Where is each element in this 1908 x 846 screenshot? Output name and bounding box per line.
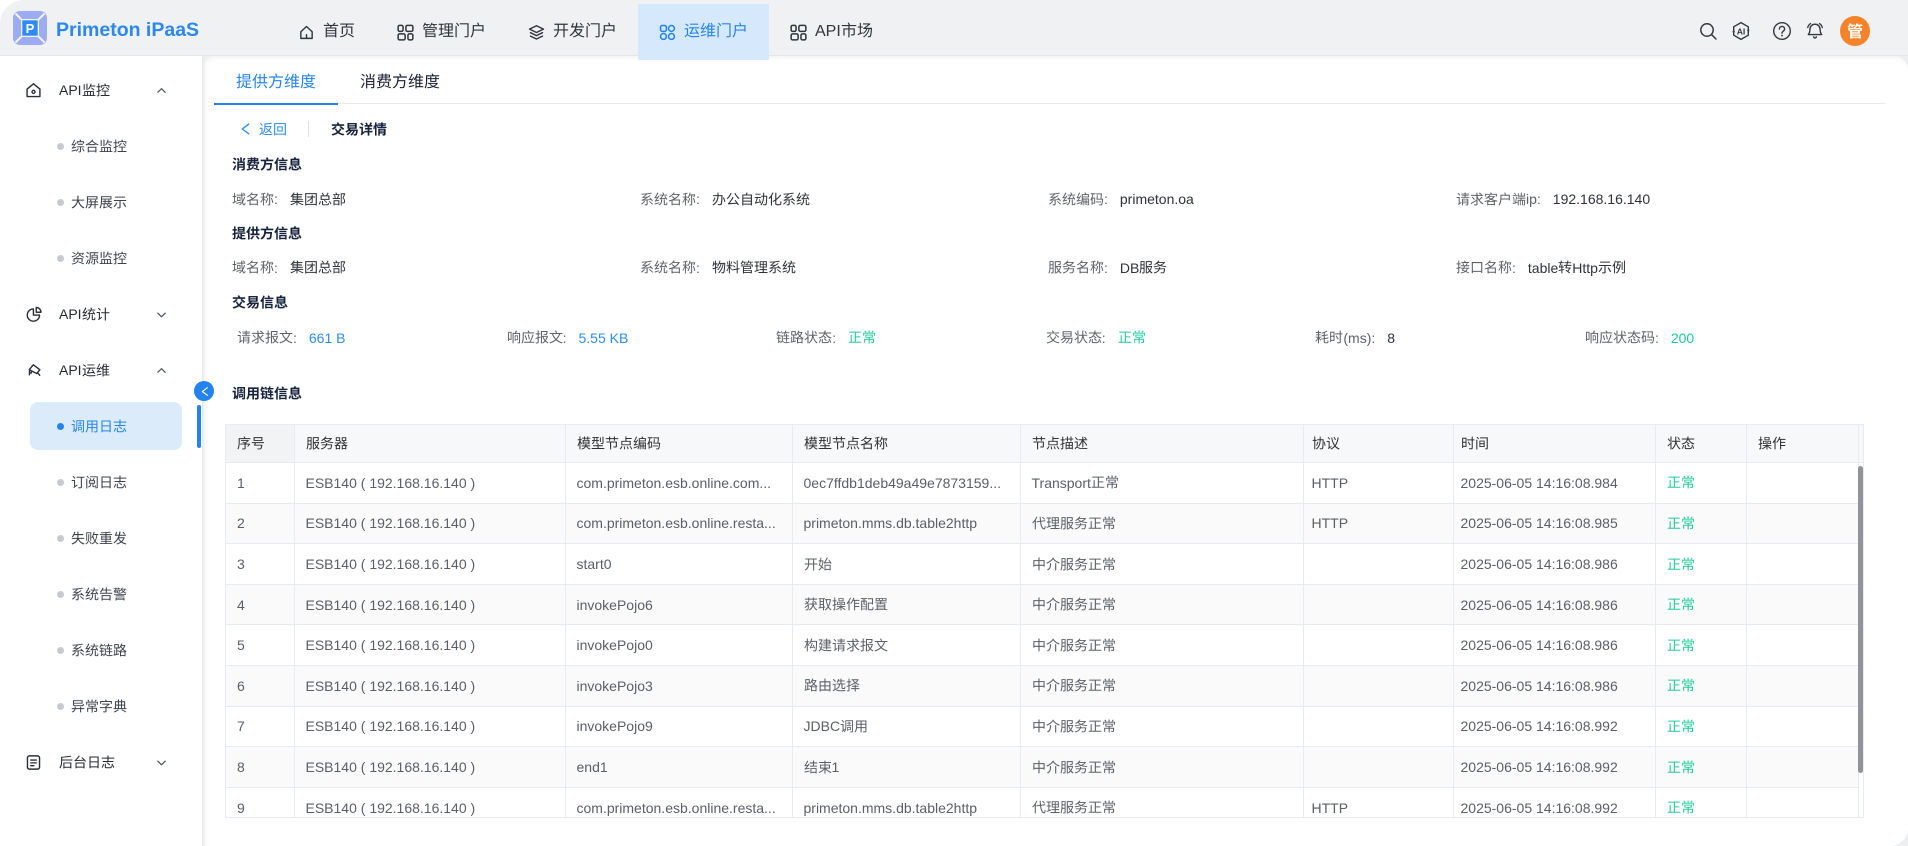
svg-text:AI: AI (1737, 26, 1746, 36)
svg-text:P: P (26, 21, 35, 36)
